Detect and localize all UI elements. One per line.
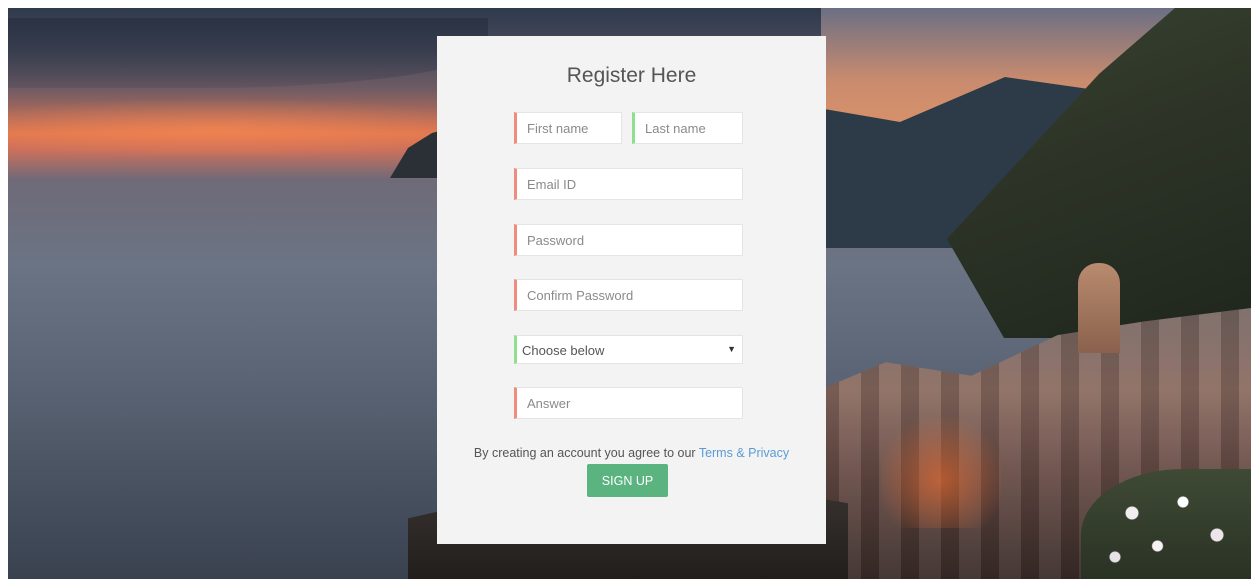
dropdown-arrow-icon: ▼ [727,344,736,354]
cloud-band [8,18,488,88]
last-name-input[interactable] [632,112,743,144]
first-name-input[interactable] [514,112,622,144]
terms-privacy-link[interactable]: Terms & Privacy [699,446,789,460]
terms-prefix: By creating an account you agree to our [473,446,699,460]
register-card: Register Here Choose below ▼ By creating… [437,36,826,544]
terms-text: By creating an account you agree to our … [437,446,826,460]
form-title: Register Here [566,64,697,87]
password-input[interactable] [514,224,743,256]
church-tower [1078,263,1120,353]
answer-input[interactable] [514,387,743,419]
select-value: Choose below [522,343,605,358]
email-input[interactable] [514,168,743,200]
signup-button[interactable]: SIGN UP [587,464,668,497]
confirm-password-input[interactable] [514,279,743,311]
town-lights [881,408,1001,528]
security-question-select[interactable]: Choose below ▼ [514,335,743,364]
